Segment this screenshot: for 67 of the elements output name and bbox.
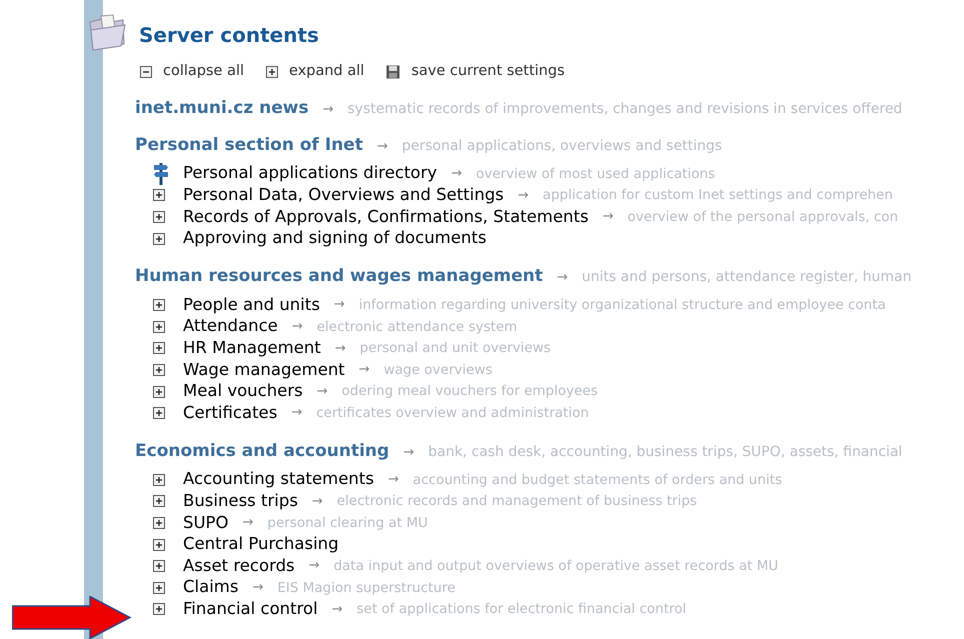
collapse-link[interactable]: collapse all (163, 61, 244, 83)
item-description: wage overviews (384, 360, 492, 380)
arrow-text: → (334, 340, 346, 358)
signpost-icon (153, 162, 169, 185)
expand-icon[interactable] (153, 538, 165, 551)
item-description: personal clearing at MU (267, 514, 428, 533)
section-description: personal applications, overviews and settings (402, 137, 722, 156)
item-description: certificates overview and administration (316, 404, 589, 424)
expand-icon[interactable] (153, 386, 165, 398)
arrow-text: → (388, 470, 399, 489)
item-description: application for custom Inet settings and comprehen (542, 186, 893, 206)
arrow-text: → (451, 165, 462, 184)
expand-link[interactable]: expand all (289, 61, 364, 83)
arrow-text: → (291, 404, 302, 422)
section-description: bank, cash desk, accounting, business trips, SUPO, assets, financial (428, 442, 902, 462)
item-description: data input and output overviews of operative asset records at MU (334, 556, 778, 576)
arrow-text: → (292, 318, 303, 336)
page-title: Server contents (139, 22, 319, 49)
item-description: electronic attendance system (316, 318, 518, 337)
item-description: odering meal vouchers for employees (342, 382, 598, 402)
expand-icon[interactable] (153, 516, 165, 529)
expand-icon[interactable] (153, 582, 165, 594)
arrow-text: → (376, 138, 388, 156)
expand-icon[interactable] (153, 495, 165, 508)
arrow-text: → (308, 557, 320, 576)
section-heading[interactable]: Human resources and wages management (135, 264, 543, 290)
arrow-text: → (403, 444, 414, 462)
arrow-text: → (312, 492, 323, 511)
section-description: systematic records of improvements, changes and revisions in services offered (348, 100, 902, 119)
expand-icon[interactable] (153, 189, 165, 202)
item-description: electronic records and management of business trips (336, 492, 697, 512)
arrow-text: → (322, 101, 334, 119)
item-description: information regarding university organizational structure and employee conta (358, 296, 886, 316)
save-link[interactable]: save current settings (411, 61, 565, 83)
save-icon (386, 65, 400, 79)
arrow-text: → (316, 382, 328, 401)
expand-icon[interactable] (153, 320, 165, 333)
arrow-text: → (358, 361, 370, 380)
item-description: accounting and budget statements of orders and units (412, 470, 782, 490)
expand-icon[interactable] (153, 299, 165, 312)
section-heading[interactable]: inet.muni.cz news (135, 96, 309, 122)
expand-icon[interactable] (153, 560, 165, 572)
item-description: set of applications for electronic financial control (356, 600, 686, 620)
arrow-text: → (556, 269, 568, 288)
expand-icon[interactable] (153, 474, 165, 486)
expand-icon[interactable] (266, 66, 278, 78)
arrow-text: → (242, 514, 254, 532)
folder-icon (87, 14, 127, 52)
arrow-text: → (252, 578, 264, 597)
item-description: personal and unit overviews (360, 339, 551, 358)
expand-icon[interactable] (153, 603, 165, 616)
section-description: units and persons, attendance register, human (582, 268, 912, 288)
arrow-text: → (332, 600, 343, 619)
collapse-icon[interactable] (140, 66, 152, 78)
arrow-text: → (518, 186, 529, 205)
item-description: EIS Magion superstructure (277, 578, 456, 598)
expand-icon[interactable] (153, 232, 165, 245)
section-heading[interactable]: Personal section of Inet (135, 133, 363, 158)
expand-icon[interactable] (153, 342, 165, 354)
expand-icon[interactable] (153, 210, 165, 223)
arrow-text: → (334, 296, 345, 314)
arrow-text: → (602, 208, 614, 226)
section-heading[interactable]: Economics and accounting (135, 438, 390, 464)
expand-icon[interactable] (153, 407, 165, 420)
item-description: overview of most used applications (476, 164, 716, 184)
item-description: overview of the personal approvals, con (627, 208, 898, 227)
expand-icon[interactable] (153, 364, 165, 376)
